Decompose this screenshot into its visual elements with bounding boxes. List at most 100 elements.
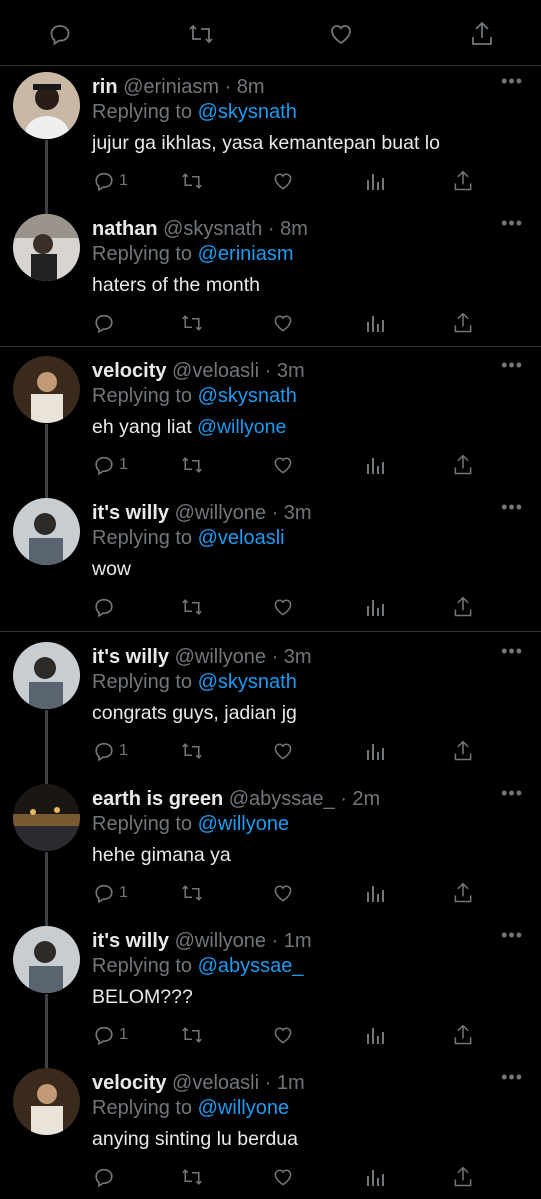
author-handle[interactable]: @veloasli	[172, 360, 259, 382]
author-handle[interactable]: @veloasli	[172, 1072, 259, 1094]
author-handle[interactable]: @abyssae_	[229, 788, 335, 810]
replying-to-mention[interactable]: @eriniasm	[198, 243, 294, 265]
analytics-button[interactable]	[364, 170, 386, 194]
tweet[interactable]: it's willy @willyone · 3m ••• Replying t…	[0, 492, 541, 631]
reply-count: 1	[119, 1026, 128, 1043]
analytics-button[interactable]	[364, 740, 386, 764]
author-handle[interactable]: @willyone	[175, 502, 266, 524]
reply-button[interactable]	[93, 1166, 115, 1190]
retweet-button[interactable]	[181, 596, 203, 620]
like-button[interactable]	[272, 596, 294, 620]
tweet[interactable]: velocity @veloasli · 1m ••• Replying to …	[0, 1062, 541, 1199]
share-button[interactable]	[452, 740, 474, 764]
avatar[interactable]	[13, 1068, 80, 1135]
share-button[interactable]	[452, 170, 474, 194]
share-button[interactable]	[452, 596, 474, 620]
retweet-button[interactable]	[181, 740, 203, 764]
replying-to-mention[interactable]: @skysnath	[198, 385, 297, 407]
tweet[interactable]: it's willy @willyone · 1m ••• Replying t…	[0, 920, 541, 1062]
like-button[interactable]	[272, 170, 294, 194]
tweet-text-content: anying sinting lu berdua	[92, 1128, 298, 1150]
avatar[interactable]	[13, 356, 80, 423]
like-icon[interactable]	[328, 22, 354, 46]
timestamp: · 3m	[264, 360, 305, 382]
replying-to-mention[interactable]: @skysnath	[198, 671, 297, 693]
share-button[interactable]	[452, 1024, 474, 1048]
replying-to-mention[interactable]: @willyone	[198, 1097, 289, 1119]
author-handle[interactable]: @willyone	[175, 930, 266, 952]
author-name[interactable]: it's willy	[92, 930, 169, 952]
retweet-icon[interactable]	[188, 22, 214, 46]
replying-to-mention[interactable]: @willyone	[198, 813, 289, 835]
reply-button[interactable]: 1	[93, 740, 128, 764]
author-name[interactable]: it's willy	[92, 646, 169, 668]
reply-icon[interactable]	[48, 22, 72, 46]
like-button[interactable]	[272, 882, 294, 906]
more-icon[interactable]: •••	[501, 356, 523, 374]
like-button[interactable]	[272, 312, 294, 336]
more-icon[interactable]: •••	[501, 498, 523, 516]
reply-button[interactable]	[93, 312, 115, 336]
avatar[interactable]	[13, 72, 80, 139]
share-button[interactable]	[452, 312, 474, 336]
retweet-button[interactable]	[181, 170, 203, 194]
tweet-actions: 1	[0, 882, 541, 912]
more-icon[interactable]: •••	[501, 1068, 523, 1086]
more-icon[interactable]: •••	[501, 926, 523, 944]
share-button[interactable]	[452, 454, 474, 478]
like-button[interactable]	[272, 454, 294, 478]
reply-button[interactable]: 1	[93, 454, 128, 478]
share-icon[interactable]	[470, 21, 494, 47]
like-button[interactable]	[272, 1166, 294, 1190]
more-icon[interactable]: •••	[501, 784, 523, 802]
retweet-button[interactable]	[181, 1024, 203, 1048]
tweet[interactable]: it's willy @willyone · 3m ••• Replying t…	[0, 636, 541, 778]
share-button[interactable]	[452, 882, 474, 906]
analytics-button[interactable]	[364, 454, 386, 478]
author-name[interactable]: nathan	[92, 218, 158, 240]
analytics-button[interactable]	[364, 596, 386, 620]
retweet-button[interactable]	[181, 1166, 203, 1190]
author-handle[interactable]: @willyone	[175, 646, 266, 668]
avatar[interactable]	[13, 642, 80, 709]
analytics-button[interactable]	[364, 312, 386, 336]
author-name[interactable]: earth is green	[92, 788, 223, 810]
tweet[interactable]: earth is green @abyssae_ · 2m ••• Replyi…	[0, 778, 541, 920]
author-handle[interactable]: @eriniasm	[123, 76, 219, 98]
replying-to-mention[interactable]: @skysnath	[198, 101, 297, 123]
more-icon[interactable]: •••	[501, 72, 523, 90]
replying-to-mention[interactable]: @abyssae_	[198, 955, 304, 977]
reply-button[interactable]: 1	[93, 882, 128, 906]
tweet[interactable]: velocity @veloasli · 3m ••• Replying to …	[0, 350, 541, 492]
timestamp: · 1m	[264, 1072, 305, 1094]
reply-button[interactable]: 1	[93, 170, 128, 194]
more-icon[interactable]: •••	[501, 642, 523, 660]
retweet-button[interactable]	[181, 454, 203, 478]
share-button[interactable]	[452, 1166, 474, 1190]
avatar[interactable]	[13, 498, 80, 565]
reply-button[interactable]: 1	[93, 1024, 128, 1048]
replying-to-mention[interactable]: @veloasli	[198, 527, 285, 549]
like-button[interactable]	[272, 740, 294, 764]
avatar[interactable]	[13, 926, 80, 993]
author-name[interactable]: rin	[92, 76, 118, 98]
replying-to-label: Replying to	[92, 671, 198, 693]
avatar[interactable]	[13, 784, 80, 851]
retweet-button[interactable]	[181, 312, 203, 336]
author-name[interactable]: velocity	[92, 1072, 166, 1094]
tweet-mention[interactable]: @willyone	[197, 416, 286, 438]
replying-to-label: Replying to	[92, 243, 198, 265]
author-name[interactable]: velocity	[92, 360, 166, 382]
tweet[interactable]: rin @eriniasm · 8m ••• Replying to @skys…	[0, 66, 541, 208]
author-name[interactable]: it's willy	[92, 502, 169, 524]
retweet-button[interactable]	[181, 882, 203, 906]
more-icon[interactable]: •••	[501, 214, 523, 232]
reply-button[interactable]	[93, 596, 115, 620]
author-handle[interactable]: @skysnath	[163, 218, 262, 240]
tweet[interactable]: nathan @skysnath · 8m ••• Replying to @e…	[0, 208, 541, 346]
analytics-button[interactable]	[364, 882, 386, 906]
analytics-button[interactable]	[364, 1024, 386, 1048]
avatar[interactable]	[13, 214, 80, 281]
like-button[interactable]	[272, 1024, 294, 1048]
analytics-button[interactable]	[364, 1166, 386, 1190]
